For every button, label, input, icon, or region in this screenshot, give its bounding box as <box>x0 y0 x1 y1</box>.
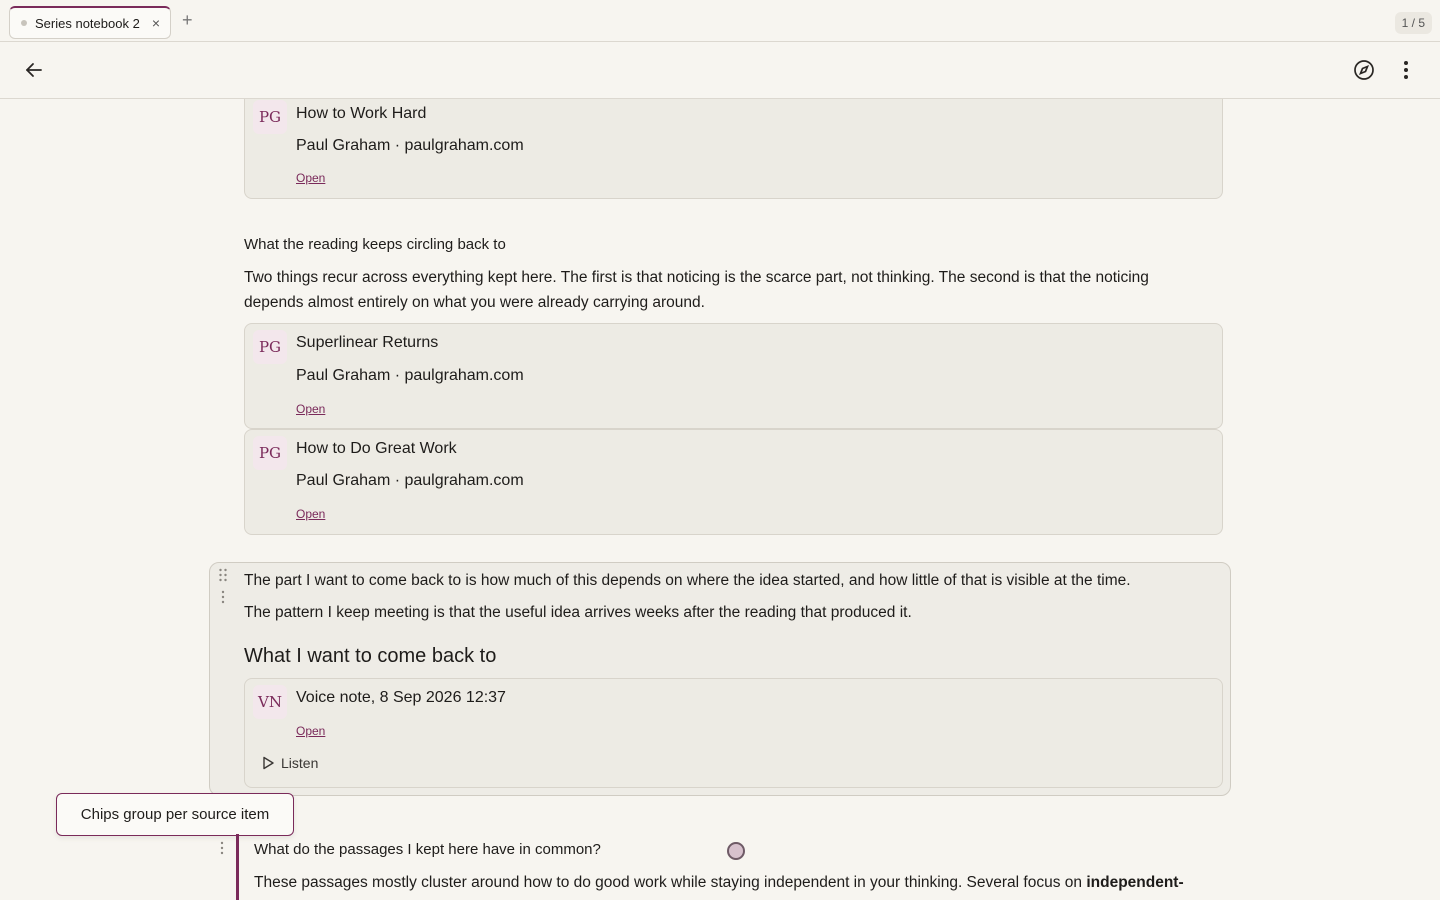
tooltip: Chips group per source item <box>56 793 294 836</box>
back-arrow-icon[interactable] <box>22 58 46 82</box>
source-card[interactable]: PG Superlinear Returns Paul Graham · pau… <box>244 323 1223 429</box>
avatar: PG <box>253 100 287 134</box>
open-link[interactable]: Open <box>296 402 325 416</box>
ai-answer-bold: independent- <box>1086 874 1184 891</box>
cursor-indicator <box>727 842 745 860</box>
source-meta: Paul Graham · paulgraham.com <box>296 472 524 489</box>
header-toolbar <box>0 42 1440 99</box>
open-link[interactable]: Open <box>296 724 325 738</box>
block-heading: What I want to come back to <box>244 645 497 667</box>
plus-icon[interactable]: + <box>182 11 193 29</box>
tab-label: Series notebook 2 <box>35 15 140 31</box>
source-title: How to Work Hard <box>296 105 427 122</box>
source-title: Voice note, 8 Sep 2026 12:37 <box>296 689 506 706</box>
source-title: How to Do Great Work <box>296 440 457 457</box>
close-icon[interactable]: × <box>152 15 160 31</box>
page-counter: 1 / 5 <box>1394 12 1432 34</box>
notebook-content: PG How to Work Hard Paul Graham · paulgr… <box>0 99 1440 900</box>
section-heading: What the reading keeps circling back to <box>244 236 506 253</box>
drag-handle-icon[interactable] <box>216 840 228 856</box>
avatar: VN <box>253 685 287 719</box>
play-icon <box>263 756 274 770</box>
open-link[interactable]: Open <box>296 171 325 185</box>
source-meta: Paul Graham · paulgraham.com <box>296 367 524 384</box>
voice-note-card[interactable]: VN Voice note, 8 Sep 2026 12:37 Open Lis… <box>244 678 1223 788</box>
drag-handle-icon[interactable] <box>217 567 229 583</box>
avatar: PG <box>253 330 287 364</box>
compass-icon[interactable] <box>1352 58 1376 82</box>
tab-bar: Series notebook 2 × + 1 / 5 <box>0 0 1440 42</box>
more-vertical-icon[interactable] <box>1396 58 1416 82</box>
section-body: Two things recur across everything kept … <box>244 269 1149 311</box>
source-card[interactable]: PG How to Do Great Work Paul Graham · pa… <box>244 429 1223 535</box>
drag-handle-icon[interactable] <box>217 589 229 605</box>
source-card[interactable]: PG How to Work Hard Paul Graham · paulgr… <box>244 99 1223 199</box>
open-link[interactable]: Open <box>296 507 325 521</box>
source-meta: Paul Graham · paulgraham.com <box>296 137 524 154</box>
ai-answer-text: These passages mostly cluster around how… <box>254 874 1087 891</box>
listen-label: Listen <box>281 755 319 771</box>
avatar: PG <box>253 436 287 470</box>
ai-answer: These passages mostly cluster around how… <box>254 870 1234 895</box>
block-paragraph: The part I want to come back to is how m… <box>244 572 1131 589</box>
tab-status-dot <box>21 20 27 26</box>
source-title: Superlinear Returns <box>296 334 439 351</box>
listen-button[interactable]: Listen <box>261 755 318 771</box>
block-paragraph: The pattern I keep meeting is that the u… <box>244 604 912 621</box>
tab-series-notebook[interactable]: Series notebook 2 × <box>9 6 171 39</box>
ai-question: What do the passages I kept here have in… <box>254 841 601 858</box>
